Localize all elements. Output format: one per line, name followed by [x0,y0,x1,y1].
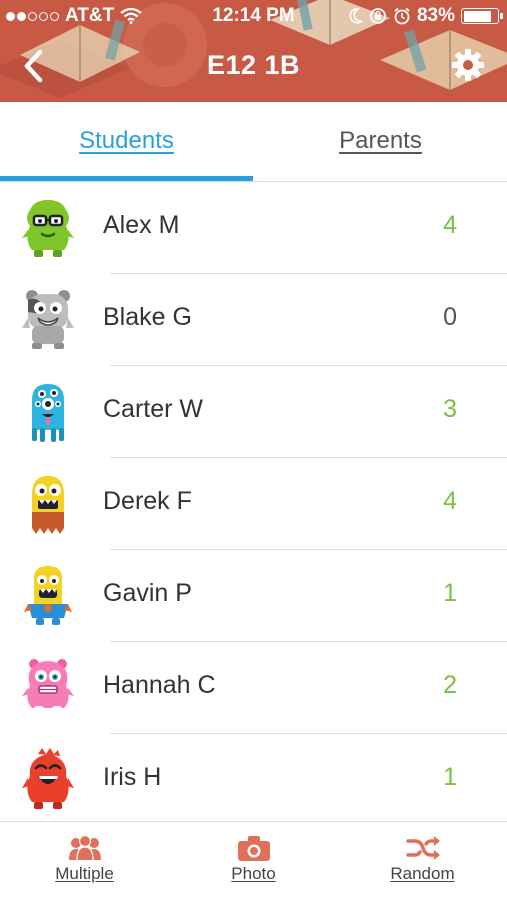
gray-monster-icon [22,290,74,349]
student-points: 4 [443,211,457,239]
camera-icon [237,836,270,861]
battery-fill [463,10,491,22]
student-row[interactable]: Iris H 1 [0,734,507,826]
student-row[interactable]: Carter W 3 [0,366,507,458]
student-row[interactable]: Blake G 0 [0,274,507,366]
tab-students[interactable]: Students [0,102,253,180]
student-row[interactable]: Alex M 4 [0,182,507,274]
random-button[interactable]: Random [338,822,507,900]
header: AT&T 12:14 PM 83% E12 1B [0,0,507,102]
student-points: 2 [443,671,457,699]
student-name: Gavin P [103,579,192,607]
active-tab-indicator [0,176,253,181]
tab-bar: Students Parents [0,102,507,182]
page-title: E12 1B [206,50,301,80]
student-name: Hannah C [103,671,216,699]
multiple-button[interactable]: Multiple [0,822,169,900]
student-name: Carter W [103,395,203,423]
green-monster-icon [22,200,74,257]
student-points: 4 [443,487,457,515]
student-row[interactable]: Gavin P 1 [0,550,507,642]
shuffle-icon [405,836,440,860]
pink-monster-icon [22,659,74,715]
student-name: Iris H [103,763,162,791]
moon-icon [349,8,363,24]
gear-icon [452,49,484,81]
student-row[interactable]: Derek F 4 [0,458,507,550]
student-row[interactable]: Hannah C 2 [0,642,507,734]
yellow-blue-monster-icon [24,566,72,625]
group-icon [68,834,101,861]
student-name: Derek F [103,487,192,515]
student-points: 1 [443,579,457,607]
student-list: Alex M 4 Blake G 0 Carter W 3 Derek F 4 … [0,182,507,826]
battery-icon [461,8,503,24]
student-points: 3 [443,395,457,423]
photo-label: Photo [231,864,276,883]
student-points: 0 [443,303,457,331]
status-right: 83% [349,5,503,27]
red-monster-icon [22,748,74,809]
status-bar: AT&T 12:14 PM 83% [0,0,507,32]
student-points: 1 [443,763,457,791]
settings-button[interactable] [451,48,485,82]
multiple-label: Multiple [55,864,114,883]
tab-parents[interactable]: Parents [254,102,507,180]
rotation-lock-icon [370,8,386,24]
yellow-monster-icon [32,476,64,534]
battery-percent: 83% [416,5,455,26]
alarm-icon [394,7,410,25]
photo-button[interactable]: Photo [169,822,338,900]
bottom-toolbar: Multiple Photo Random [0,821,507,900]
blue-monster-icon [32,384,64,442]
random-label: Random [390,864,455,883]
student-name: Alex M [103,211,180,239]
student-name: Blake G [103,303,192,331]
